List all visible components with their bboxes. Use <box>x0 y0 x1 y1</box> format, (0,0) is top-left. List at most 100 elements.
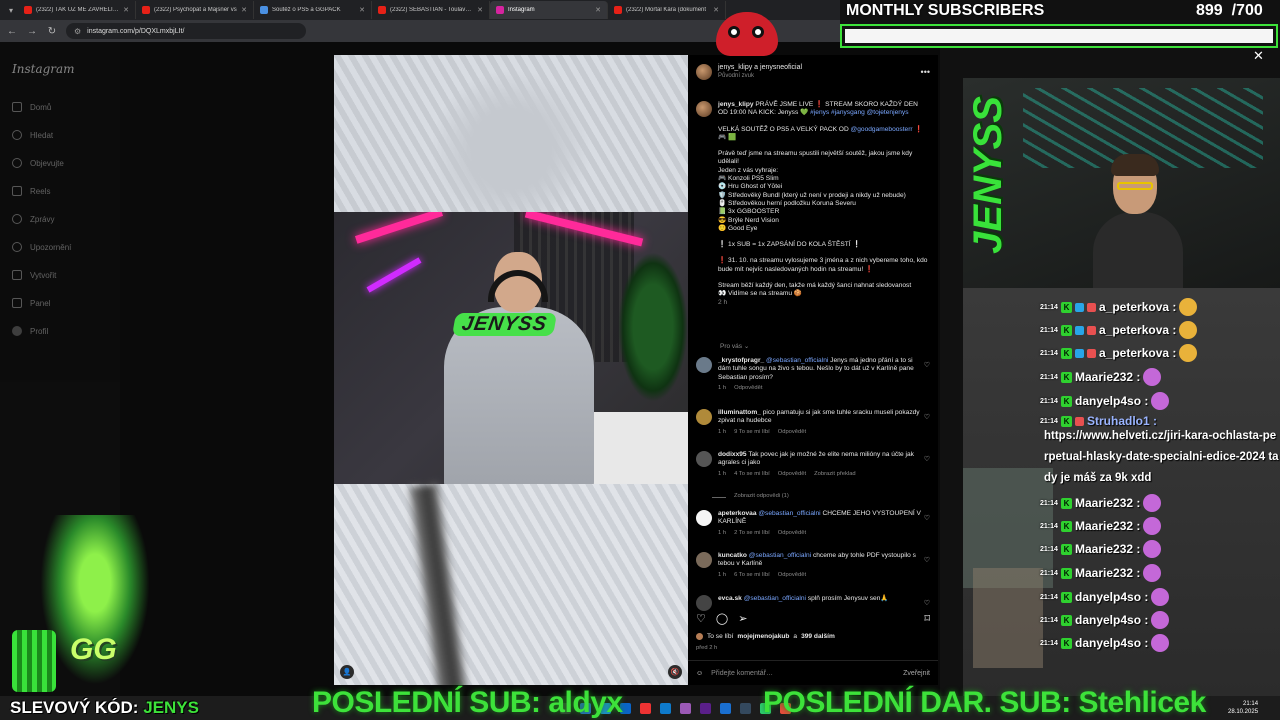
forward-icon[interactable]: → <box>26 26 38 37</box>
comment-mention[interactable]: @sebastian_officialni <box>766 357 828 364</box>
comment-user[interactable]: dodixx95 <box>718 451 747 458</box>
reload-icon[interactable]: ↻ <box>46 26 58 37</box>
comment-user[interactable]: evca.sk <box>718 595 742 602</box>
sidebar-item[interactable]: Domů <box>12 102 51 112</box>
comment-mention[interactable]: @sebastian_officialni <box>749 552 811 559</box>
comment-like-icon[interactable]: ♡ <box>924 514 930 522</box>
tab-label: (2322) Mortal Kára (dokument <box>626 7 707 13</box>
for-you-sort[interactable]: Pro vás ⌄ <box>720 342 749 350</box>
share-icon[interactable]: ➢ <box>738 612 747 625</box>
avatar[interactable] <box>696 451 712 467</box>
comment-user[interactable]: apeterkovaa <box>718 510 757 517</box>
comment-input[interactable]: Přidejte komentář… <box>711 670 895 677</box>
caption-user[interactable]: jenys_klipy <box>718 101 754 108</box>
sidebar-item[interactable]: Vytvořit <box>12 270 56 280</box>
close-tab-icon[interactable]: ✕ <box>359 6 365 14</box>
chat-username: Maarie232 : <box>1075 496 1141 510</box>
comment-meta[interactable]: Odpovědět <box>778 571 806 579</box>
comment-meta[interactable]: 9 To se mi líbí <box>734 428 770 436</box>
more-options-icon[interactable]: ••• <box>921 67 930 77</box>
save-icon[interactable]: ⌑ <box>924 612 930 625</box>
address-bar[interactable]: ⚙ instagram.com/p/DQXLmxbjLIt/ <box>66 23 306 39</box>
show-replies-label[interactable]: Zobrazit odpovědi (1) <box>734 493 789 499</box>
likes-count[interactable]: 399 dalším <box>801 633 835 640</box>
show-replies[interactable]: Zobrazit odpovědi (1) <box>712 493 789 499</box>
emoji-icon[interactable]: ☺ <box>696 670 703 677</box>
likes-user[interactable]: mojejmenojakub <box>737 633 789 640</box>
comment-icon[interactable]: ◯ <box>716 612 728 625</box>
sidebar-item-label: Reels <box>30 186 51 196</box>
reel-video[interactable]: JENYSS 👤 🔇 <box>334 55 688 685</box>
mute-icon[interactable]: 🔇 <box>668 665 682 679</box>
avatar[interactable] <box>696 510 712 526</box>
comment-like-icon[interactable]: ♡ <box>924 455 930 463</box>
avatar[interactable] <box>696 409 712 425</box>
comment-like-icon[interactable]: ♡ <box>924 599 930 607</box>
taskbar-app-icon[interactable] <box>660 703 671 714</box>
comment-meta[interactable]: 2 To se mi líbí <box>734 529 770 537</box>
post-author[interactable]: jenys_klipy a jenysneoficial <box>718 63 802 72</box>
comment-meta[interactable]: Zobrazit překlad <box>814 470 856 478</box>
taskbar-app-icon[interactable] <box>680 703 691 714</box>
comment-user[interactable]: kuncatko <box>718 552 747 559</box>
comment-meta: 1 h <box>718 571 727 578</box>
sidebar-item[interactable]: Hledat <box>12 130 53 140</box>
browser-tab[interactable]: (2322) TAK UŽ MĚ ZAVŘELI… ✕ <box>18 1 136 19</box>
taskbar-app-icon[interactable] <box>640 703 651 714</box>
sidebar-item[interactable]: Profil <box>12 326 48 336</box>
comment-meta[interactable]: Odpovědět <box>778 470 806 478</box>
sidebar-item[interactable]: Objevujte <box>12 158 64 168</box>
comment-text: Tak povec jak je možné že elite nema mil… <box>718 451 914 467</box>
tab-search-icon[interactable]: ▾ <box>4 6 18 15</box>
taskbar-app-icon[interactable] <box>720 703 731 714</box>
close-tab-icon[interactable]: ✕ <box>123 6 129 14</box>
caption-intro: Právě teď jsme na streamu spustili nejvě… <box>718 150 913 166</box>
post-comment-button[interactable]: Zveřejnit <box>903 670 930 677</box>
comment-user[interactable]: _krystofpragr_ <box>718 357 764 364</box>
taskbar-app-icon[interactable] <box>700 703 711 714</box>
audio-label[interactable]: Původní zvuk <box>718 72 802 81</box>
chat-username: danyelp4so : <box>1075 636 1149 650</box>
avatar[interactable] <box>696 552 712 568</box>
tagged-users-icon[interactable]: 👤 <box>340 665 354 679</box>
comment-like-icon[interactable]: ♡ <box>924 556 930 564</box>
comment-mention[interactable]: @sebastian_officialni <box>744 595 806 602</box>
avatar[interactable] <box>696 595 712 611</box>
comment-mention[interactable]: @sebastian_officialni <box>758 510 820 517</box>
sidebar-item[interactable]: Zprávy <box>12 214 54 224</box>
close-tab-icon[interactable]: ✕ <box>595 6 601 14</box>
browser-tab[interactable]: Soutěž o PS5 a GGPACK ✕ <box>254 1 372 19</box>
browser-tab[interactable]: (2322) Psychopat a Majsner vs ✕ <box>136 1 254 19</box>
comment-meta[interactable]: Odpovědět <box>734 384 762 392</box>
close-tab-icon[interactable]: ✕ <box>713 6 719 14</box>
comment-meta[interactable]: 6 To se mi líbí <box>734 571 770 579</box>
system-clock[interactable]: 21:14 28.10.2025 <box>1228 700 1258 716</box>
comment-meta[interactable]: 4 To se mi líbí <box>734 470 770 478</box>
like-icon[interactable]: ♡ <box>696 612 706 625</box>
taskbar-app-icon[interactable] <box>740 703 751 714</box>
close-tab-icon[interactable]: ✕ <box>241 6 247 14</box>
caption-contest-link[interactable]: @goodgameboosterr <box>851 126 913 133</box>
site-info-icon[interactable]: ⚙ <box>74 27 81 36</box>
sidebar-item[interactable]: Reels <box>12 186 50 196</box>
close-tab-icon[interactable]: ✕ <box>477 6 483 14</box>
comment-meta[interactable]: Odpovědět <box>778 428 806 436</box>
caption-tags[interactable]: #jenys #janysgang @tojetenjenys <box>810 109 908 116</box>
close-icon[interactable]: ✕ <box>1253 48 1264 64</box>
browser-tab[interactable]: Instagram ✕ <box>490 1 608 19</box>
comment-like-icon[interactable]: ♡ <box>924 361 930 369</box>
instagram-logo[interactable]: Instagram <box>12 62 75 76</box>
gift-badge-icon <box>1087 325 1096 335</box>
comment-user[interactable]: illuminattom_ <box>718 409 761 416</box>
sidebar-item[interactable]: Upozornění <box>12 242 71 252</box>
sidebar-item[interactable]: Panel <box>12 298 50 308</box>
avatar[interactable] <box>696 64 712 80</box>
back-icon[interactable]: ← <box>6 26 18 37</box>
avatar[interactable] <box>696 357 712 373</box>
avatar[interactable] <box>696 101 712 117</box>
comment-meta[interactable]: Odpovědět <box>778 529 806 537</box>
browser-tab[interactable]: (2322) Mortal Kára (dokument ✕ <box>608 1 726 19</box>
browser-tab[interactable]: (2322) SEBASTIAN - Toulavá (O ✕ <box>372 1 490 19</box>
comment-like-icon[interactable]: ♡ <box>924 413 930 421</box>
emote-icon <box>1151 634 1170 652</box>
